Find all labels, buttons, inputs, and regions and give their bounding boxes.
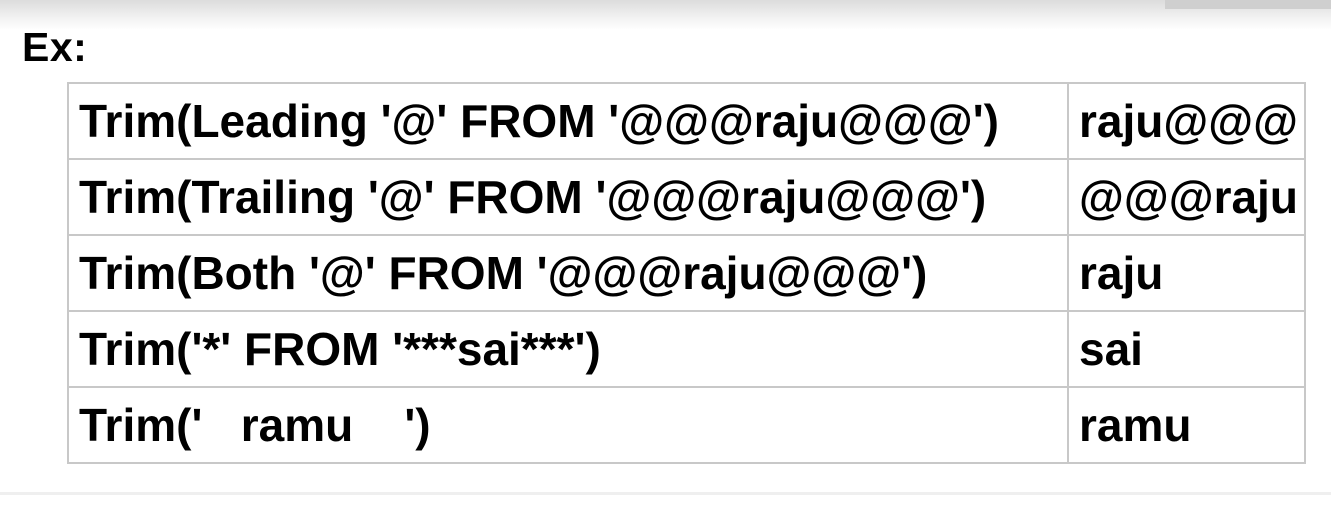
table-row: Trim(Trailing '@' FROM '@@@raju@@@') @@@… — [67, 158, 1306, 236]
expression-cell: Trim('*' FROM '***sai***') — [67, 310, 1069, 388]
result-cell: sai — [1067, 310, 1306, 388]
result-cell: @@@raju — [1067, 158, 1306, 236]
expression-cell: Trim(Trailing '@' FROM '@@@raju@@@') — [67, 158, 1069, 236]
example-heading: Ex: — [22, 24, 88, 70]
expression-cell: Trim(Leading '@' FROM '@@@raju@@@') — [67, 82, 1069, 160]
table-row: Trim(Both '@' FROM '@@@raju@@@') raju — [67, 234, 1306, 312]
top-shade — [0, 0, 1331, 30]
expression-cell: Trim(Both '@' FROM '@@@raju@@@') — [67, 234, 1069, 312]
result-cell: raju@@@ — [1067, 82, 1306, 160]
top-right-bar — [1165, 0, 1331, 9]
bottom-divider — [0, 492, 1331, 495]
result-cell: ramu — [1067, 386, 1306, 464]
result-cell: raju — [1067, 234, 1306, 312]
table-row: Trim(' ramu ') ramu — [67, 386, 1306, 464]
table-row: Trim(Leading '@' FROM '@@@raju@@@') raju… — [67, 82, 1306, 160]
expression-cell: Trim(' ramu ') — [67, 386, 1069, 464]
trim-examples-table: Trim(Leading '@' FROM '@@@raju@@@') raju… — [67, 82, 1306, 464]
table-row: Trim('*' FROM '***sai***') sai — [67, 310, 1306, 388]
